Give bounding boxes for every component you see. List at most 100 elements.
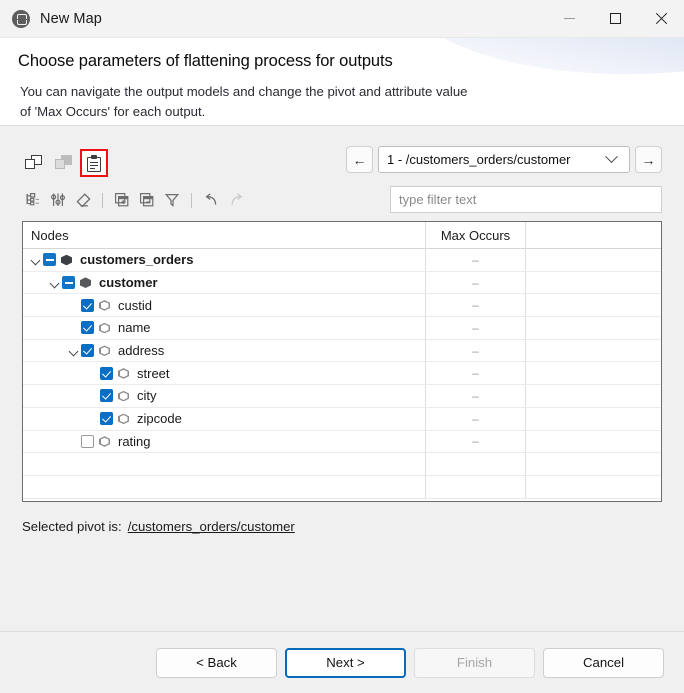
tree-row-checkbox[interactable] [100, 389, 113, 402]
twisty-spacer [67, 298, 81, 312]
expand-all-button[interactable] [111, 189, 133, 211]
tree-row-label: rating [118, 434, 151, 449]
tree-row-nodes-cell[interactable]: address [23, 340, 426, 362]
minimize-button[interactable] [546, 0, 592, 38]
tree-row[interactable]: zipcode – [23, 408, 661, 431]
tree-row-checkbox[interactable] [100, 412, 113, 425]
tree-row-nodes-cell[interactable]: name [23, 317, 426, 339]
tree-layout-button[interactable] [22, 189, 44, 211]
tree-row-nodes-cell[interactable]: street [23, 362, 426, 384]
tree-row-spare-cell [526, 385, 661, 407]
node-type-hexagon-icon [80, 276, 92, 289]
collapse-all-button[interactable] [136, 189, 158, 211]
tree-row[interactable]: street– [23, 362, 661, 385]
chevron-down-icon[interactable] [29, 253, 43, 267]
flatten-output-button[interactable] [22, 151, 46, 175]
tree-row-max-occurs-cell[interactable]: – [426, 340, 526, 362]
tree-row[interactable]: rating – [23, 431, 661, 454]
tree-row-checkbox[interactable] [81, 344, 94, 357]
tree-row-nodes-cell[interactable]: zipcode [23, 408, 426, 430]
filter-funnel-button[interactable] [161, 189, 183, 211]
finish-button: Finish [414, 648, 535, 678]
tree-row[interactable]: customers_orders – [23, 249, 661, 272]
tree-row-max-occurs-cell[interactable]: – [426, 249, 526, 271]
node-type-hexagon-icon [99, 321, 111, 334]
collapse-all-icon [139, 192, 155, 208]
window-title: New Map [40, 11, 102, 27]
tree-row-max-occurs-cell[interactable]: – [426, 362, 526, 384]
toolbar-separator-2 [191, 193, 192, 208]
tree-row-checkbox[interactable] [81, 435, 94, 448]
tree-row-label: address [118, 343, 164, 358]
tree-row-nodes-cell[interactable]: city [23, 385, 426, 407]
settings-sliders-button[interactable] [47, 189, 69, 211]
tree-row[interactable]: customer– [23, 272, 661, 295]
tree-row-spare-cell [526, 340, 661, 362]
undo-icon [203, 192, 220, 208]
chevron-down-icon[interactable] [48, 276, 62, 290]
tree-row[interactable]: address – [23, 340, 661, 363]
tree-row-max-occurs-cell[interactable]: – [426, 431, 526, 453]
selected-pivot-link[interactable]: /customers_orders/customer [128, 519, 295, 534]
next-output-button[interactable]: → [635, 146, 662, 173]
tree-row-checkbox[interactable] [81, 321, 94, 334]
undo-button[interactable] [200, 189, 222, 211]
tree-row-checkbox[interactable] [81, 299, 94, 312]
column-header-max-occurs[interactable]: Max Occurs [426, 222, 526, 249]
back-button[interactable]: < Back [156, 648, 277, 678]
twisty-spacer [86, 366, 100, 380]
title-bar: New Map [0, 0, 684, 38]
output-toolbar: ← 1 - /customers_orders/customer → [22, 146, 662, 180]
expand-all-icon [114, 192, 130, 208]
clipboard-pivot-button[interactable] [82, 151, 106, 175]
flatten-output-icon [25, 155, 43, 171]
tree-row-max-occurs-cell[interactable]: – [426, 385, 526, 407]
output-tree-table[interactable]: Nodes Max Occurs customers_orders–custom… [22, 221, 662, 502]
page-description-line1: You can navigate the output models and c… [20, 82, 684, 102]
tree-row-spare-cell [526, 362, 661, 384]
tree-row-label: customers_orders [80, 252, 193, 267]
close-button[interactable] [638, 0, 684, 38]
chevron-down-icon[interactable] [67, 344, 81, 358]
tree-row-nodes-cell[interactable]: rating [23, 431, 426, 453]
page-description: You can navigate the output models and c… [20, 82, 684, 123]
tree-row-checkbox[interactable] [43, 253, 56, 266]
tree-row[interactable]: custid– [23, 294, 661, 317]
previous-output-button[interactable]: ← [346, 146, 373, 173]
tree-row[interactable]: name – [23, 317, 661, 340]
tree-row-label: name [118, 320, 151, 335]
unflatten-output-icon [55, 155, 73, 171]
output-select[interactable]: 1 - /customers_orders/customer [378, 146, 630, 173]
node-type-hexagon-icon [99, 435, 111, 448]
next-button[interactable]: Next > [285, 648, 406, 678]
tree-row-spare-cell [526, 408, 661, 430]
tree-row-nodes-cell[interactable]: custid [23, 294, 426, 316]
column-header-nodes[interactable]: Nodes [23, 222, 426, 249]
maximize-button[interactable] [592, 0, 638, 38]
tree-row-checkbox[interactable] [62, 276, 75, 289]
node-type-hexagon-icon [61, 253, 73, 266]
tree-row-max-occurs-cell[interactable]: – [426, 317, 526, 339]
toolbar-separator-1 [102, 193, 103, 208]
output-navigator: ← 1 - /customers_orders/customer → [346, 146, 662, 173]
page-title: Choose parameters of flattening process … [18, 52, 684, 71]
tree-row-checkbox[interactable] [100, 367, 113, 380]
window-controls [546, 0, 684, 38]
tree-row-max-occurs-cell[interactable]: – [426, 408, 526, 430]
node-type-hexagon-icon [99, 299, 111, 312]
tree-row[interactable]: city– [23, 385, 661, 408]
eraser-button[interactable] [72, 189, 94, 211]
close-icon [655, 12, 668, 25]
filter-input[interactable] [390, 186, 662, 213]
tree-row-label: zipcode [137, 411, 182, 426]
tree-row-max-occurs-cell[interactable]: – [426, 294, 526, 316]
cancel-button[interactable]: Cancel [543, 648, 664, 678]
redo-button [225, 189, 247, 211]
tree-row-max-occurs-cell[interactable]: – [426, 272, 526, 294]
tree-layout-icon [25, 192, 41, 208]
tree-row-nodes-cell[interactable]: customers_orders [23, 249, 426, 271]
column-header-spare[interactable] [526, 222, 661, 249]
unflatten-output-button [52, 151, 76, 175]
filter-funnel-icon [164, 192, 180, 208]
tree-row-nodes-cell[interactable]: customer [23, 272, 426, 294]
